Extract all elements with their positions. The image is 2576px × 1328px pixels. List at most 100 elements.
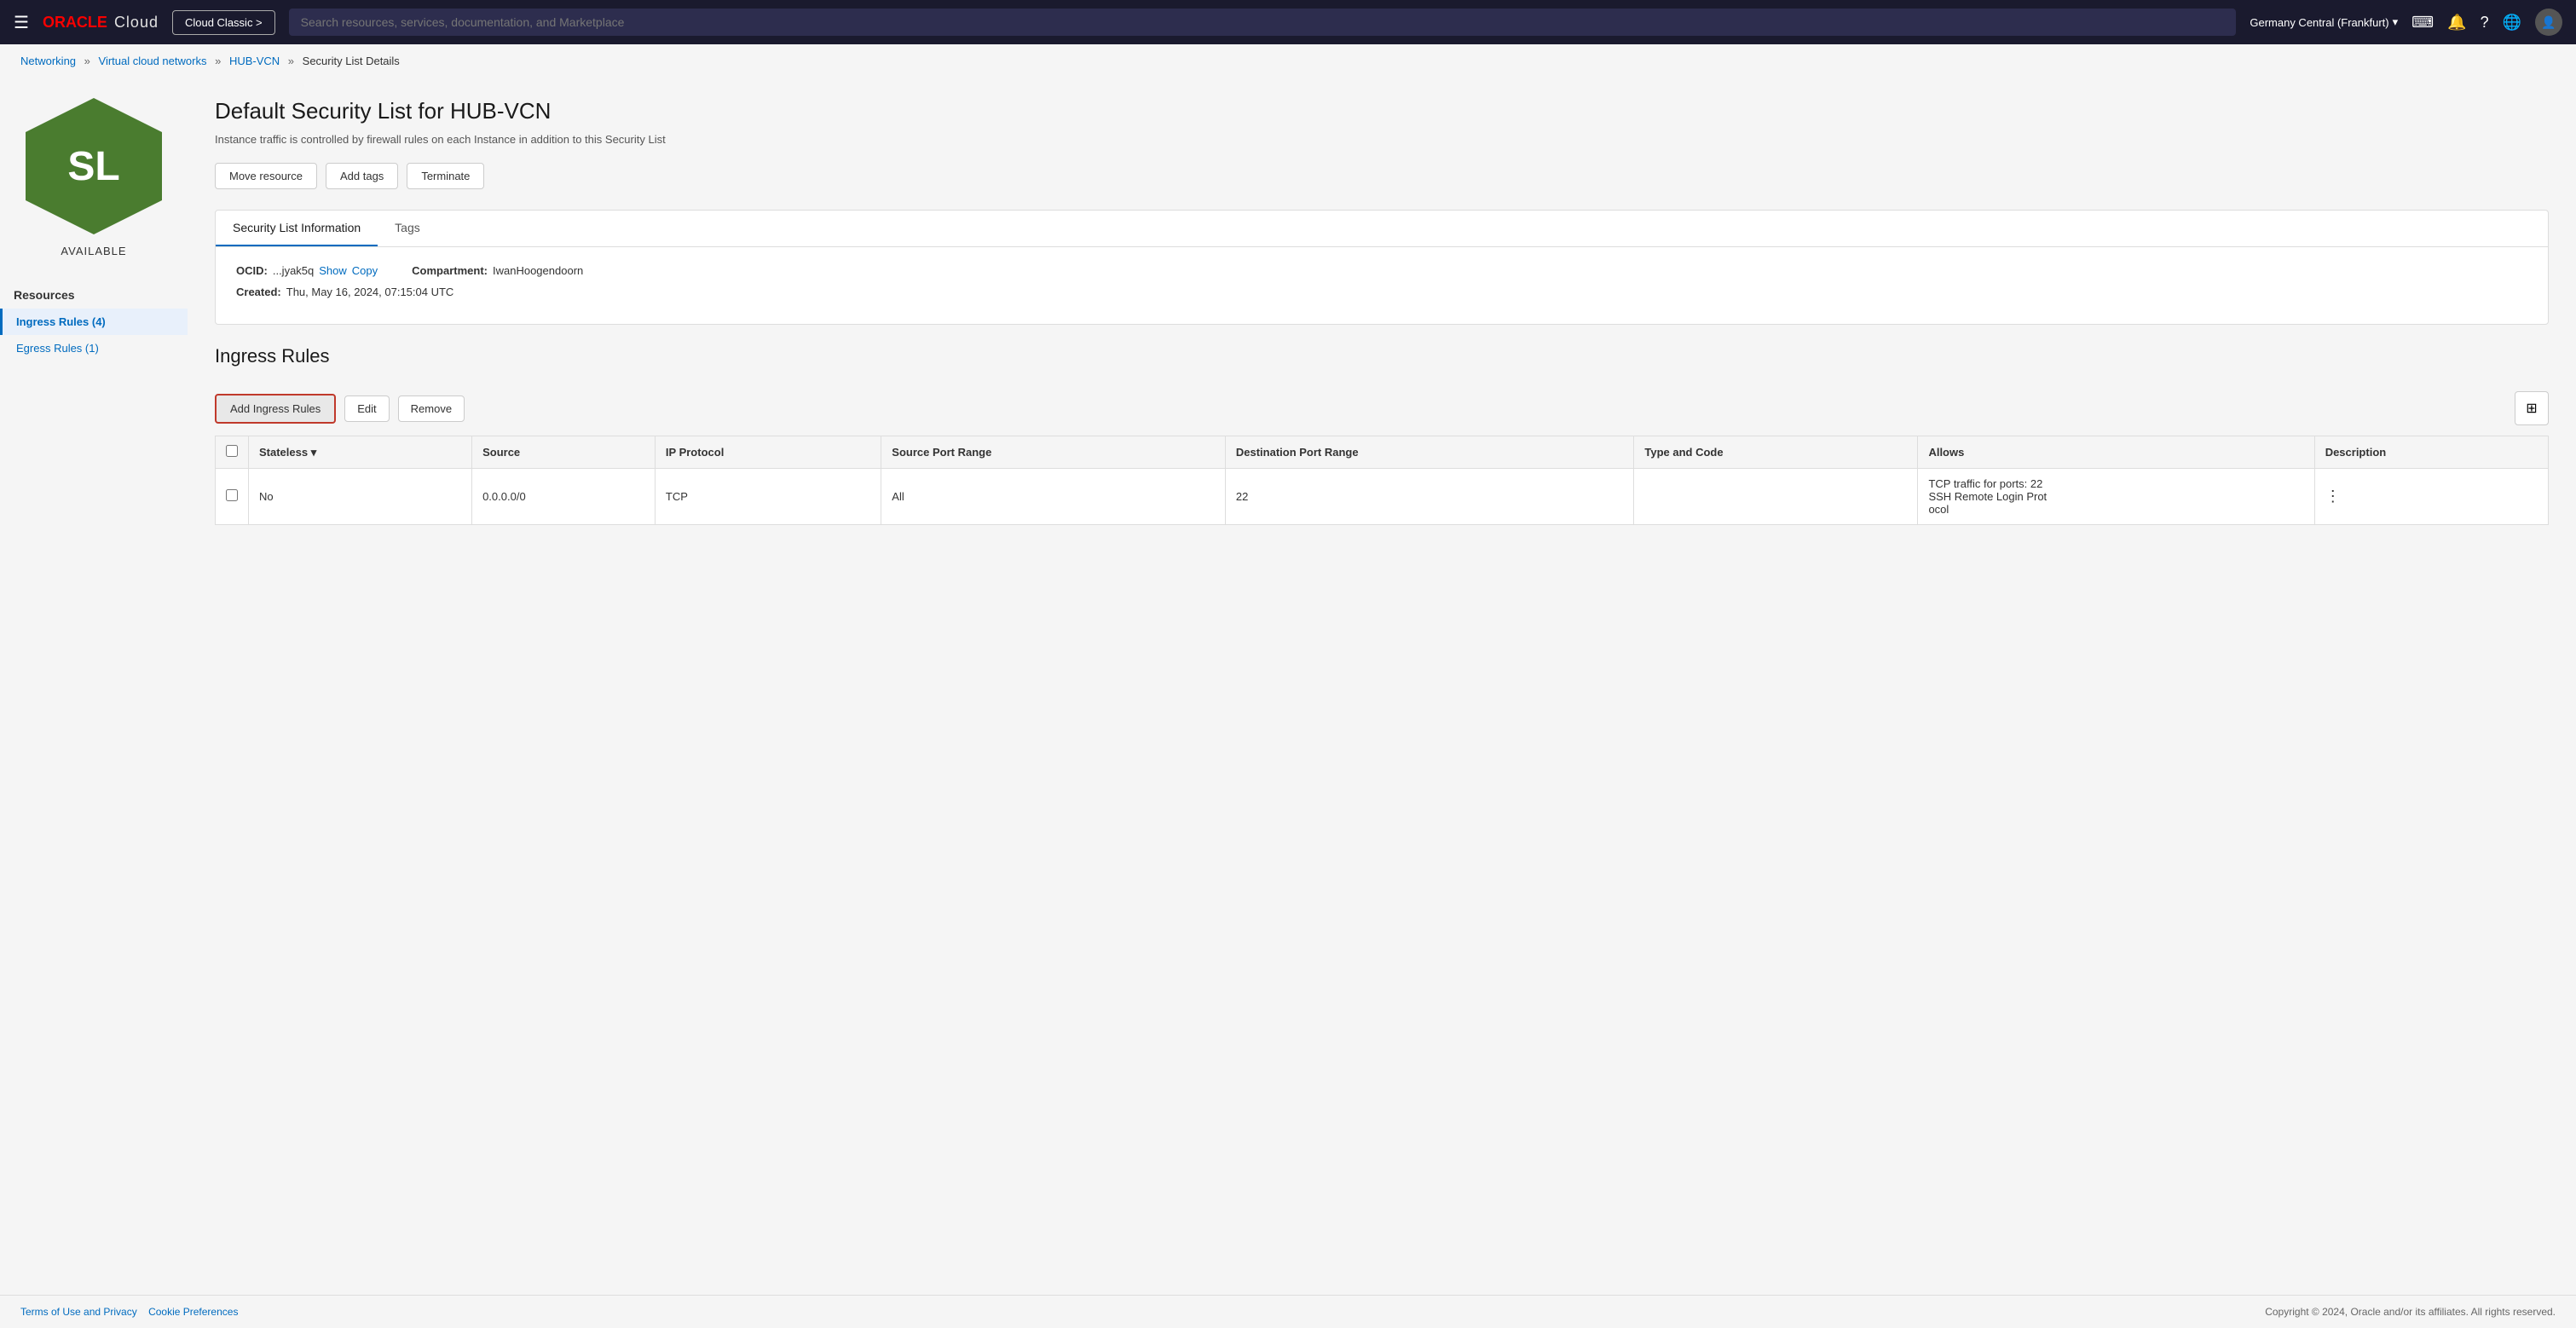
hamburger-menu-icon[interactable]: ☰ (14, 12, 29, 33)
row-checkbox-cell (216, 469, 249, 525)
row-description-cell: ⋮ (2314, 469, 2548, 525)
resource-hexagon-icon: SL (26, 98, 162, 234)
source-port-range-header-label: Source Port Range (892, 446, 991, 459)
created-field: Created: Thu, May 16, 2024, 07:15:04 UTC (236, 286, 453, 298)
table-row: No 0.0.0.0/0 TCP All 22 (216, 469, 2549, 525)
row-source-port-range-cell: All (881, 469, 1226, 525)
terminate-button[interactable]: Terminate (407, 163, 484, 189)
table-config-icon: ⊞ (2526, 400, 2537, 417)
resource-status-badge: AVAILABLE (61, 245, 126, 257)
page-subtitle: Instance traffic is controlled by firewa… (215, 133, 2549, 146)
edit-button[interactable]: Edit (344, 396, 389, 422)
sidebar-item-egress-rules[interactable]: Egress Rules (1) (0, 335, 188, 361)
breadcrumb-separator-2: » (215, 55, 221, 67)
help-icon[interactable]: ? (2481, 14, 2489, 32)
row-ip-protocol-value: TCP (666, 490, 688, 503)
add-tags-button[interactable]: Add tags (326, 163, 398, 189)
th-destination-port-range: Destination Port Range (1225, 436, 1634, 469)
oracle-logo: ORACLE Cloud (43, 14, 159, 32)
breadcrumb: Networking » Virtual cloud networks » HU… (0, 44, 2576, 78)
row-source-value: 0.0.0.0/0 (482, 490, 526, 503)
info-row-created: Created: Thu, May 16, 2024, 07:15:04 UTC (236, 286, 2527, 298)
cloud-classic-button[interactable]: Cloud Classic > (172, 10, 275, 35)
breadcrumb-separator-1: » (84, 55, 90, 67)
region-selector[interactable]: Germany Central (Frankfurt) ▾ (2250, 15, 2398, 29)
ingress-rules-table: Stateless ▾ Source IP Protocol Source Po… (215, 436, 2549, 525)
footer-left: Terms of Use and Privacy Cookie Preferen… (20, 1306, 238, 1318)
terminal-icon[interactable]: ⌨ (2411, 14, 2434, 32)
th-stateless[interactable]: Stateless ▾ (249, 436, 472, 469)
egress-rules-link[interactable]: Egress Rules (1) (16, 342, 99, 355)
breadcrumb-hub-vcn[interactable]: HUB-VCN (229, 55, 280, 67)
row-allows-value: TCP traffic for ports: 22 SSH Remote Log… (1928, 477, 2047, 516)
ocid-copy-link[interactable]: Copy (352, 264, 378, 277)
main-layout: SL AVAILABLE Resources Ingress Rules (4)… (0, 78, 2576, 1295)
info-row-ocid: OCID: ...jyak5q Show Copy Compartment: I… (236, 264, 2527, 277)
page-footer: Terms of Use and Privacy Cookie Preferen… (0, 1295, 2576, 1328)
row-destination-port-range-cell: 22 (1225, 469, 1634, 525)
row-stateless-cell: No (249, 469, 472, 525)
nav-right-controls: Germany Central (Frankfurt) ▾ ⌨ 🔔 ? 🌐 👤 (2250, 9, 2562, 36)
row-type-and-code-cell (1634, 469, 1918, 525)
created-label: Created: (236, 286, 281, 298)
move-resource-button[interactable]: Move resource (215, 163, 317, 189)
row-allows-cell: TCP traffic for ports: 22 SSH Remote Log… (1918, 469, 2314, 525)
action-buttons-row: Move resource Add tags Terminate (215, 163, 2549, 189)
breadcrumb-networking[interactable]: Networking (20, 55, 76, 67)
compartment-field: Compartment: IwanHoogendoorn (412, 264, 583, 277)
tab-tags[interactable]: Tags (378, 211, 437, 246)
ocid-value: ...jyak5q (273, 264, 314, 277)
remove-button[interactable]: Remove (398, 396, 465, 422)
th-source-port-range: Source Port Range (881, 436, 1226, 469)
content-area: Default Security List for HUB-VCN Instan… (188, 78, 2576, 1295)
stateless-header-label: Stateless ▾ (259, 446, 316, 459)
breadcrumb-current-page: Security List Details (303, 55, 400, 67)
ingress-rules-section-title: Ingress Rules (215, 345, 2549, 367)
ip-protocol-header-label: IP Protocol (666, 446, 724, 459)
select-all-header (216, 436, 249, 469)
sidebar-item-ingress-rules[interactable]: Ingress Rules (4) (0, 309, 188, 335)
row-ip-protocol-cell: TCP (655, 469, 881, 525)
region-chevron-icon: ▾ (2393, 15, 2399, 29)
th-type-and-code: Type and Code (1634, 436, 1918, 469)
bell-icon[interactable]: 🔔 (2447, 14, 2466, 32)
th-source: Source (472, 436, 656, 469)
ocid-show-link[interactable]: Show (319, 264, 347, 277)
ingress-rules-link[interactable]: Ingress Rules (4) (16, 315, 106, 328)
resource-initials: SL (67, 143, 119, 190)
th-ip-protocol: IP Protocol (655, 436, 881, 469)
compartment-value: IwanHoogendoorn (493, 264, 583, 277)
ocid-label: OCID: (236, 264, 268, 277)
row-more-actions-icon[interactable]: ⋮ (2325, 488, 2341, 505)
user-avatar[interactable]: 👤 (2535, 9, 2562, 36)
row-select-checkbox[interactable] (226, 489, 238, 501)
table-config-button[interactable]: ⊞ (2515, 391, 2549, 425)
description-header-label: Description (2325, 446, 2387, 459)
table-toolbar: Add Ingress Rules Edit Remove ⊞ (215, 381, 2549, 436)
row-destination-port-range-value: 22 (1236, 490, 1248, 503)
globe-icon[interactable]: 🌐 (2503, 14, 2521, 32)
select-all-checkbox[interactable] (226, 445, 238, 457)
tabs-panel: Security List Information Tags OCID: ...… (215, 210, 2549, 325)
breadcrumb-virtual-cloud-networks[interactable]: Virtual cloud networks (99, 55, 207, 67)
allows-header-label: Allows (1928, 446, 1964, 459)
user-icon: 👤 (2541, 15, 2556, 30)
th-description: Description (2314, 436, 2548, 469)
row-source-cell: 0.0.0.0/0 (472, 469, 656, 525)
cookie-preferences-link[interactable]: Cookie Preferences (148, 1306, 238, 1318)
add-ingress-rules-button[interactable]: Add Ingress Rules (215, 394, 336, 424)
breadcrumb-separator-3: » (288, 55, 294, 67)
terms-link[interactable]: Terms of Use and Privacy (20, 1306, 137, 1318)
row-source-port-range-value: All (892, 490, 904, 503)
left-panel: SL AVAILABLE Resources Ingress Rules (4)… (0, 78, 188, 1295)
search-input[interactable] (289, 9, 2237, 36)
page-title: Default Security List for HUB-VCN (215, 98, 2549, 124)
th-allows: Allows (1918, 436, 2314, 469)
footer-copyright: Copyright © 2024, Oracle and/or its affi… (2265, 1306, 2556, 1318)
created-value: Thu, May 16, 2024, 07:15:04 UTC (286, 286, 454, 298)
row-stateless-value: No (259, 490, 274, 503)
resources-section-label: Resources (0, 271, 188, 309)
destination-port-range-header-label: Destination Port Range (1236, 446, 1359, 459)
tabs-header: Security List Information Tags (216, 211, 2548, 247)
tab-security-list-information[interactable]: Security List Information (216, 211, 378, 246)
